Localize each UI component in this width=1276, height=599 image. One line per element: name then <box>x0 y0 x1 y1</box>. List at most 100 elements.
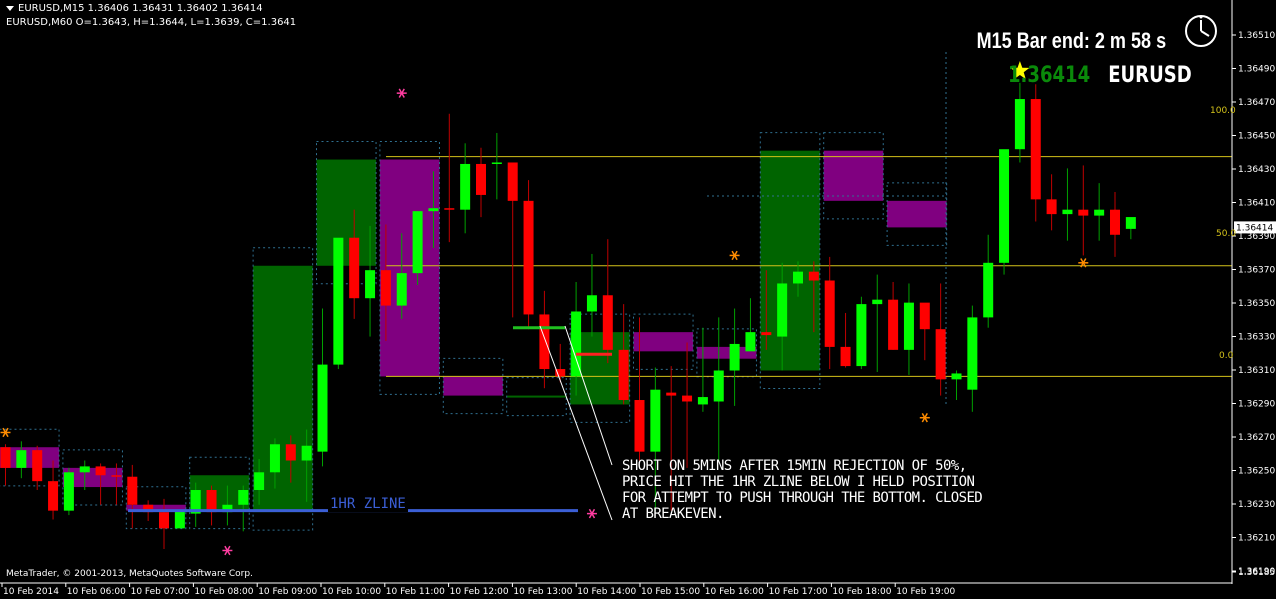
candle-body-7 <box>111 475 122 477</box>
candle-body-46 <box>729 343 740 371</box>
candle-body-0 <box>0 447 11 468</box>
candle-body-22 <box>349 237 360 299</box>
time-tick-label-4: 10 Feb 09:00 <box>258 587 317 597</box>
candle-body-39 <box>618 349 629 401</box>
candle-body-69 <box>1094 209 1105 216</box>
zline-label: 1HR ZLINE <box>328 496 408 512</box>
price-tick-label-11: 1.36290 <box>1238 400 1275 410</box>
price-tick-label-4: 1.36430 <box>1238 165 1275 175</box>
price-tick-label-2: 1.36470 <box>1238 98 1275 108</box>
candle-body-16 <box>254 472 265 491</box>
candle-body-10 <box>159 512 169 529</box>
price-tick-label-7: 1.36370 <box>1238 266 1275 276</box>
candle-body-67 <box>1062 209 1073 215</box>
candle-body-59 <box>935 329 946 380</box>
price-tick-label-6: 1.36390 <box>1238 232 1275 242</box>
time-tick-label-3: 10 Feb 08:00 <box>194 587 253 597</box>
h1-candle-13 <box>823 150 884 201</box>
symbol-text: EURUSD <box>1108 63 1192 88</box>
price-tick-label-14: 1.36230 <box>1238 500 1275 510</box>
h1-candle-6 <box>379 159 440 377</box>
candle-body-24 <box>380 270 391 306</box>
current-price-tag: 1.36414 <box>1236 223 1273 233</box>
candle-body-41 <box>650 389 661 452</box>
candle-body-68 <box>1078 209 1089 216</box>
candle-body-13 <box>206 490 217 513</box>
candle-body-28 <box>444 208 455 210</box>
candle-body-49 <box>777 283 788 337</box>
candle-body-61 <box>967 317 978 390</box>
h1-candle-8 <box>506 395 567 398</box>
time-tick-label-8: 10 Feb 13:00 <box>513 587 572 597</box>
time-tick-label-6: 10 Feb 11:00 <box>386 587 445 597</box>
price-symbol-label: 1.36414 EURUSD <box>1008 63 1192 88</box>
candle-body-37 <box>586 295 597 312</box>
candle-body-52 <box>824 280 835 347</box>
h1-candle-12 <box>760 150 820 371</box>
candle-body-31 <box>491 162 502 164</box>
candle-body-60 <box>951 373 962 380</box>
candle-body-45 <box>713 370 724 402</box>
price-tick-label-17: 1.36185 <box>1238 568 1275 578</box>
price-tick-label-1: 1.36490 <box>1238 65 1275 75</box>
current-price-text: 1.36414 <box>1008 63 1091 88</box>
candle-body-17 <box>269 444 280 473</box>
price-tick-label-8: 1.36350 <box>1238 299 1275 309</box>
h1-candle-5 <box>316 159 377 266</box>
m15-ohlc-text: EURUSD,M15 1.36406 1.36431 1.36402 1.364… <box>18 3 263 14</box>
candle-body-15 <box>238 490 249 505</box>
candle-body-62 <box>983 262 994 318</box>
candle-body-25 <box>396 273 407 306</box>
candle-body-56 <box>888 299 899 350</box>
candle-body-57 <box>903 302 914 350</box>
price-tick-label-0: 1.36510 <box>1238 31 1275 41</box>
candle-body-11 <box>174 510 185 529</box>
candle-body-1 <box>16 450 27 468</box>
candle-body-32 <box>507 162 518 201</box>
candle-body-43 <box>682 395 693 402</box>
time-tick-label-0: 10 Feb 2014 <box>3 587 59 597</box>
candle-body-58 <box>919 302 930 330</box>
time-tick-label-9: 10 Feb 14:00 <box>577 587 636 597</box>
time-tick-label-11: 10 Feb 16:00 <box>705 587 764 597</box>
candle-body-38 <box>602 295 613 350</box>
candle-body-65 <box>1030 99 1041 200</box>
candle-body-5 <box>79 466 90 473</box>
bar-end-timer: M15 Bar end: 2 m 58 s <box>976 28 1166 53</box>
candle-body-27 <box>428 208 439 212</box>
trade-annotation: SHORT ON 5MINS AFTER 15MIN REJECTION OF … <box>622 458 983 522</box>
time-tick-label-12: 10 Feb 17:00 <box>769 587 828 597</box>
candle-body-54 <box>856 304 867 367</box>
candle-body-34 <box>539 314 550 370</box>
copyright-text: MetaTrader, © 2001-2013, MetaQuotes Soft… <box>6 569 253 579</box>
price-tick-label-5: 1.36410 <box>1238 199 1275 209</box>
candle-body-20 <box>317 364 328 452</box>
candle-body-64 <box>1014 99 1025 150</box>
dropdown-arrow-icon[interactable] <box>6 5 14 11</box>
candle-body-6 <box>95 466 106 476</box>
h1-candle-7 <box>443 376 503 396</box>
candle-body-2 <box>32 450 43 482</box>
price-tick-label-13: 1.36250 <box>1238 467 1275 477</box>
time-tick-label-7: 10 Feb 12:00 <box>450 587 509 597</box>
price-tick-label-10: 1.36310 <box>1238 366 1275 376</box>
candle-body-50 <box>793 271 803 284</box>
price-tick-label-3: 1.36450 <box>1238 132 1275 142</box>
candle-body-30 <box>476 163 486 195</box>
candle-body-66 <box>1046 199 1057 215</box>
candle-body-48 <box>761 332 772 336</box>
candle-body-70 <box>1110 209 1120 235</box>
chart-header-m15[interactable]: EURUSD,M15 1.36406 1.36431 1.36402 1.364… <box>6 3 263 14</box>
price-tick-label-15: 1.36210 <box>1238 534 1275 544</box>
candle-body-47 <box>745 332 756 352</box>
time-tick-label-2: 10 Feb 07:00 <box>131 587 190 597</box>
fib-label-50: 50.0 <box>1216 229 1237 239</box>
candle-body-40 <box>634 400 645 452</box>
m60-ohlc-text: EURUSD,M60 O=1.3643, H=1.3644, L=1.3639,… <box>6 17 297 28</box>
clock-icon <box>1185 15 1217 47</box>
price-tick-label-12: 1.36270 <box>1238 433 1275 443</box>
candle-body-23 <box>365 270 376 299</box>
candle-body-63 <box>999 149 1010 263</box>
candle-body-42 <box>666 392 677 396</box>
candle-body-29 <box>460 163 471 210</box>
